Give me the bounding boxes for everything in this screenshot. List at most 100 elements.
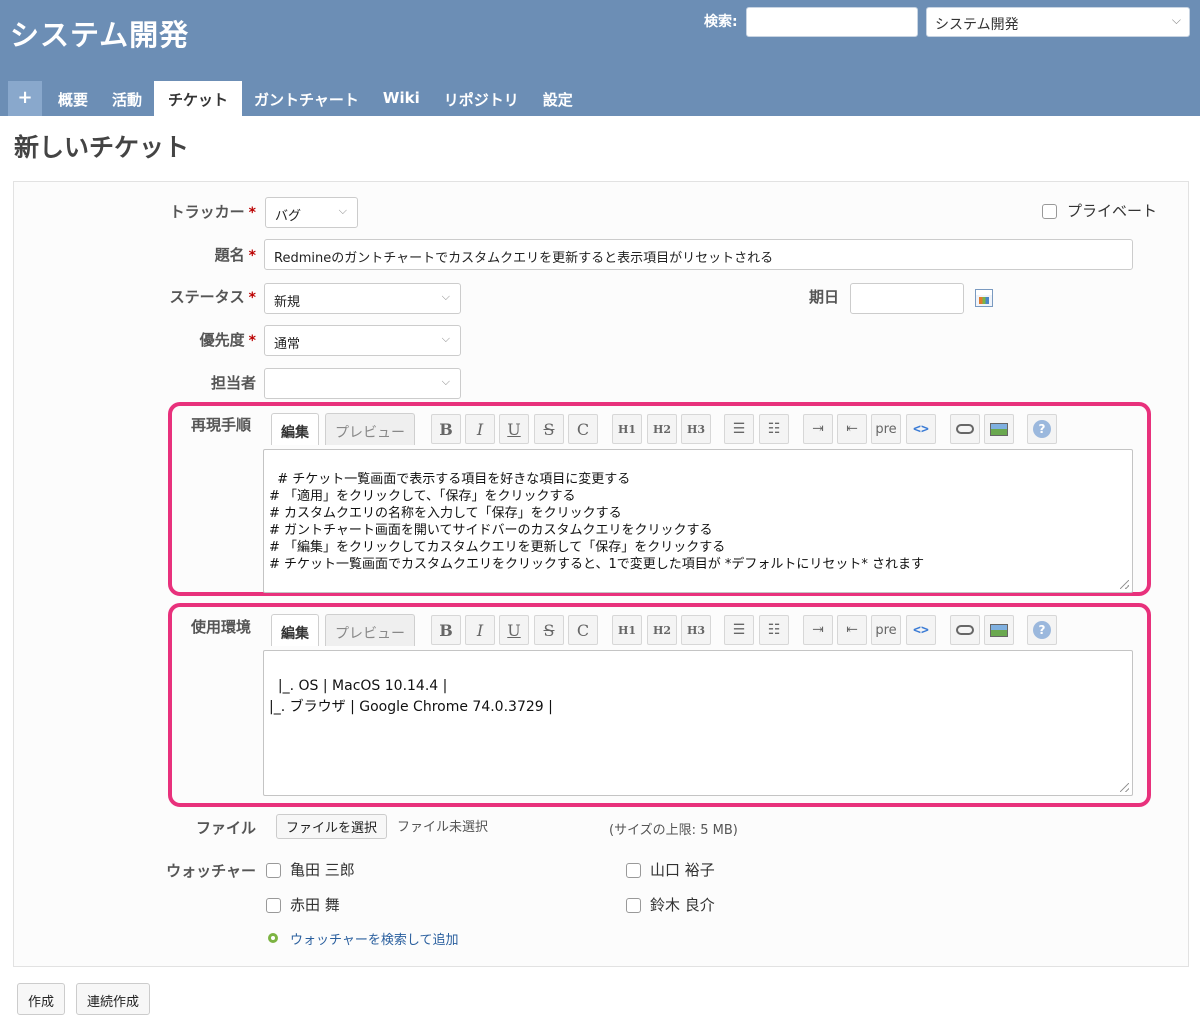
calendar-icon[interactable]	[975, 289, 993, 307]
tab-overview[interactable]: 概要	[46, 81, 100, 116]
heading3-button[interactable]: H3	[681, 615, 711, 645]
italic-button[interactable]: I	[465, 615, 495, 645]
environment-textarea[interactable]: |_. OS | MacOS 10.14.4 | |_. ブラウザ | Goog…	[263, 650, 1133, 796]
watcher-checkbox[interactable]	[626, 863, 641, 878]
environment-preview-tab[interactable]: プレビュー	[325, 614, 415, 646]
link-icon[interactable]	[950, 615, 980, 645]
subject-label: 題名 *	[215, 244, 256, 265]
code-block-button[interactable]: <>	[906, 615, 936, 645]
files-label: ファイル	[195, 819, 256, 837]
due-date-input[interactable]	[850, 283, 964, 314]
environment-text: |_. OS | MacOS 10.14.4 | |_. ブラウザ | Goog…	[269, 678, 553, 715]
image-glyph	[990, 422, 1008, 436]
steps-textarea[interactable]: # チケット一覧画面で表示する項目を好きな項目に変更する # 「適用」をクリック…	[263, 449, 1133, 593]
heading3-button[interactable]: H3	[681, 414, 711, 444]
new-object-button[interactable]: +	[8, 81, 42, 116]
watcher-name: 山口 裕子	[650, 861, 715, 879]
tracker-select[interactable]: バグ ⌵	[265, 197, 358, 228]
tracker-label-text: トラッカー	[169, 203, 245, 221]
heading2-button[interactable]: H2	[647, 414, 677, 444]
page-title: 新しいチケット	[14, 133, 190, 162]
chevron-down-icon: ⌵	[338, 204, 347, 217]
strikethrough-button[interactable]: S	[534, 615, 564, 645]
project-title[interactable]: システム開発	[10, 12, 189, 54]
watcher-checkbox[interactable]	[266, 898, 281, 913]
preformatted-button[interactable]: pre	[871, 414, 901, 444]
heading1-button[interactable]: H1	[612, 615, 642, 645]
watcher-name: 赤田 舞	[290, 896, 340, 914]
inline-code-button[interactable]: C	[568, 615, 598, 645]
tab-wiki[interactable]: Wiki	[371, 81, 432, 116]
private-label: プライベート	[1067, 202, 1158, 220]
ordered-list-icon[interactable]: ☷	[759, 414, 789, 444]
file-status: ファイル未選択	[397, 820, 489, 835]
preformatted-button[interactable]: pre	[871, 615, 901, 645]
bold-button[interactable]: B	[431, 414, 461, 444]
link-icon[interactable]	[950, 414, 980, 444]
max-size-note: (サイズの上限: 5 MB)	[609, 823, 738, 838]
indent-icon[interactable]: ⇥	[803, 615, 833, 645]
chevron-down-icon: ⌵	[441, 375, 450, 388]
steps-edit-tab[interactable]: 編集	[271, 413, 319, 445]
tab-issues[interactable]: チケット	[154, 81, 243, 116]
tab-activity[interactable]: 活動	[100, 81, 154, 116]
watcher-name: 亀田 三郎	[290, 861, 355, 879]
underline-button[interactable]: U	[499, 414, 529, 444]
help-icon[interactable]: ?	[1027, 615, 1057, 645]
steps-preview-tab[interactable]: プレビュー	[325, 413, 415, 445]
link-glyph	[956, 424, 974, 434]
assignee-label: 担当者	[210, 374, 256, 392]
italic-button[interactable]: I	[465, 414, 495, 444]
required-mark: *	[248, 333, 256, 349]
tab-gantt[interactable]: ガントチャート	[242, 81, 371, 116]
tab-settings[interactable]: 設定	[531, 81, 585, 116]
search-add-watcher-link[interactable]: ウォッチャーを検索して追加	[290, 929, 458, 948]
search-input[interactable]	[746, 7, 918, 37]
status-select[interactable]: 新規 ⌵	[264, 283, 461, 314]
ordered-list-icon[interactable]: ☷	[759, 615, 789, 645]
add-icon	[268, 933, 278, 943]
watchers-label: ウォッチャー	[166, 862, 256, 880]
image-glyph	[990, 623, 1008, 637]
choose-file-button[interactable]: ファイルを選択	[276, 814, 388, 839]
priority-select[interactable]: 通常 ⌵	[264, 325, 461, 356]
watcher-checkbox[interactable]	[266, 863, 281, 878]
outdent-icon[interactable]: ⇤	[837, 615, 867, 645]
steps-text: # チケット一覧画面で表示する項目を好きな項目に変更する # 「適用」をクリック…	[269, 472, 925, 572]
project-jump-select[interactable]: システム開発 ⌵	[926, 7, 1190, 37]
outdent-icon[interactable]: ⇤	[837, 414, 867, 444]
inline-code-button[interactable]: C	[568, 414, 598, 444]
help-icon[interactable]: ?	[1027, 414, 1057, 444]
tab-repository[interactable]: リポジトリ	[432, 81, 531, 116]
strikethrough-button[interactable]: S	[534, 414, 564, 444]
status-label-text: ステータス	[169, 288, 245, 306]
code-block-button[interactable]: <>	[906, 414, 936, 444]
image-icon[interactable]	[984, 414, 1014, 444]
resize-handle-icon[interactable]	[1120, 580, 1129, 589]
heading1-button[interactable]: H1	[612, 414, 642, 444]
watcher-name: 鈴木 良介	[650, 896, 715, 914]
status-value: 新規	[274, 295, 301, 310]
watcher-checkbox[interactable]	[626, 898, 641, 913]
indent-icon[interactable]: ⇥	[803, 414, 833, 444]
underline-button[interactable]: U	[499, 615, 529, 645]
unordered-list-icon[interactable]: ☰	[724, 414, 754, 444]
image-icon[interactable]	[984, 615, 1014, 645]
heading2-button[interactable]: H2	[647, 615, 677, 645]
unordered-list-icon[interactable]: ☰	[724, 615, 754, 645]
bold-button[interactable]: B	[431, 615, 461, 645]
priority-value: 通常	[274, 337, 301, 352]
subject-input[interactable]: Redmineのガントチャートでカスタムクエリを更新すると表示項目がリセットされ…	[264, 239, 1133, 270]
required-mark: *	[248, 205, 256, 221]
create-button[interactable]: 作成	[17, 983, 66, 1015]
private-checkbox[interactable]	[1042, 204, 1057, 219]
assignee-select[interactable]: ⌵	[264, 368, 461, 399]
create-and-continue-button[interactable]: 連続作成	[76, 983, 151, 1015]
resize-handle-icon[interactable]	[1120, 783, 1129, 792]
link-glyph	[956, 625, 974, 635]
environment-edit-tab[interactable]: 編集	[271, 614, 319, 646]
environment-label: 使用環境	[191, 618, 252, 636]
required-mark: *	[248, 290, 256, 306]
status-label: ステータス *	[170, 286, 256, 307]
chevron-down-icon: ⌵	[441, 332, 450, 345]
